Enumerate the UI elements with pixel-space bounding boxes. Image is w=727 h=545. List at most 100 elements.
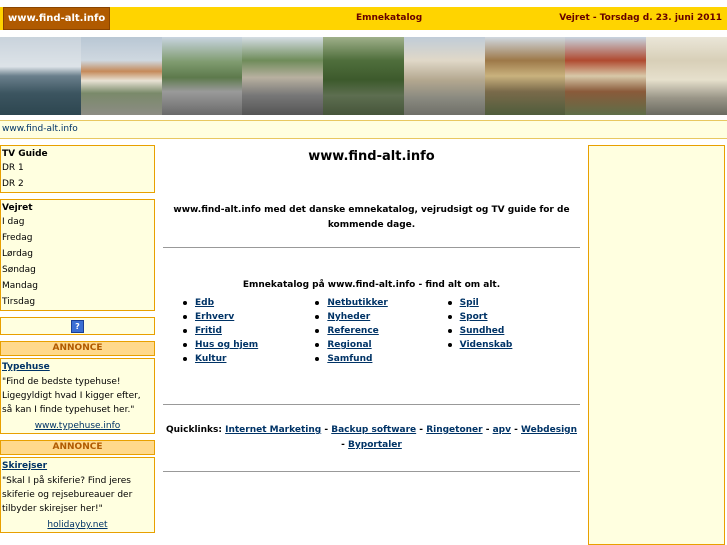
weather-item-friday[interactable]: Fredag [1, 230, 154, 246]
weather-item-monday[interactable]: Mandag [1, 278, 154, 294]
banner-photo-street [161, 37, 243, 115]
category-link-fritid[interactable]: Fritid [195, 326, 222, 336]
category-column: Spil Sport Sundhed Videnskab [447, 296, 580, 366]
quicklink-apv[interactable]: apv [493, 425, 511, 435]
header-strip: www.find-alt.info Emnekatalog Vejret - T… [0, 7, 727, 30]
weather-item-today[interactable]: I dag [1, 214, 154, 230]
list-item: Fritid [183, 324, 315, 338]
category-link-spil[interactable]: Spil [460, 298, 479, 308]
ad-link[interactable]: holidayby.net [2, 520, 153, 530]
banner-photo-cottages [484, 37, 566, 115]
list-item: Samfund [315, 352, 447, 366]
category-link-videnskab[interactable]: Videnskab [460, 340, 513, 350]
tvguide-title[interactable]: TV Guide [1, 146, 154, 160]
bullet-icon [447, 300, 452, 305]
category-link-sundhed[interactable]: Sundhed [460, 326, 505, 336]
page-title: www.find-alt.info [308, 149, 435, 164]
banner-photo-timber-house [565, 37, 647, 115]
help-icon[interactable]: ? [71, 320, 84, 333]
list-item: Hus og hjem [183, 338, 315, 352]
category-link-hus-og-hjem[interactable]: Hus og hjem [195, 340, 258, 350]
list-item: Spil [447, 296, 580, 310]
bullet-icon [183, 314, 187, 319]
quicklink-ringetoner[interactable]: Ringetoner [426, 425, 482, 435]
list-item: Reference [315, 324, 447, 338]
weather-item-saturday[interactable]: Lørdag [1, 246, 154, 262]
divider [163, 247, 580, 248]
quicklink-internet-marketing[interactable]: Internet Marketing [225, 425, 321, 435]
top-bar: www.find-alt.info Emnekatalog Vejret - T… [0, 0, 727, 33]
banner-photo-pond [323, 37, 404, 115]
divider [163, 471, 580, 472]
category-link-reference[interactable]: Reference [327, 326, 378, 336]
weather-title[interactable]: Vejret [1, 200, 154, 214]
ad-box-skirejser: Skirejser "Skal I på skiferie? Find jere… [0, 457, 155, 533]
weather-item-tuesday[interactable]: Tirsdag [1, 294, 154, 310]
ad-text: "Skal I på skiferie? Find jeres skiferie… [2, 476, 133, 514]
banner-photo-harbour [0, 37, 81, 115]
category-link-samfund[interactable]: Samfund [327, 354, 372, 364]
ad-title[interactable]: Skirejser [2, 460, 153, 472]
list-item: Sundhed [447, 324, 580, 338]
quicklink-webdesign[interactable]: Webdesign [521, 425, 577, 435]
ad-text: "Find de bedste typehuse! Ligegyldigt hv… [2, 377, 141, 415]
category-column: Edb Erhverv Fritid Hus og hjem Kultur [183, 296, 315, 366]
category-link-kultur[interactable]: Kultur [195, 354, 226, 364]
weather-box: Vejret I dag Fredag Lørdag Søndag Mandag… [0, 199, 155, 311]
banner-photo-road [242, 37, 324, 115]
list-item: Kultur [183, 352, 315, 366]
list-item: Sport [447, 310, 580, 324]
catalog-heading: Emnekatalog på www.find-alt.info - find … [242, 280, 501, 290]
banner-photo-lane [403, 37, 485, 115]
banner-photo-sidewalk [646, 37, 727, 115]
ad-title[interactable]: Typehuse [2, 361, 153, 373]
intro-text: www.find-alt.info med det danske emnekat… [173, 205, 570, 230]
ad-link[interactable]: www.typehuse.info [2, 421, 153, 431]
weather-date-link[interactable]: Vejret - Torsdag d. 23. juni 2011 [559, 7, 722, 30]
weather-item-sunday[interactable]: Søndag [1, 262, 154, 278]
category-link-regional[interactable]: Regional [327, 340, 371, 350]
bullet-icon [315, 300, 320, 305]
bullet-icon [315, 342, 320, 347]
list-item: Edb [183, 296, 315, 310]
banner-photo-house [80, 37, 162, 115]
ad-box-typehuse: Typehuse "Find de bedste typehuse! Ligeg… [0, 358, 155, 434]
tvguide-item-dr2[interactable]: DR 2 [1, 176, 154, 192]
bullet-icon [183, 300, 187, 305]
category-link-netbutikker[interactable]: Netbutikker [327, 298, 387, 308]
list-item: Regional [315, 338, 447, 352]
ad-header: ANNONCE [0, 341, 155, 356]
bullet-icon [447, 314, 452, 319]
help-box: ? [0, 317, 155, 335]
ad-header: ANNONCE [0, 440, 155, 455]
quicklink-byportaler[interactable]: Byportaler [348, 440, 402, 450]
bullet-icon [315, 328, 320, 333]
list-item: Erhverv [183, 310, 315, 324]
catalog-link[interactable]: Emnekatalog [356, 7, 422, 30]
category-link-sport[interactable]: Sport [460, 312, 488, 322]
tvguide-item-dr1[interactable]: DR 1 [1, 160, 154, 176]
category-link-edb[interactable]: Edb [195, 298, 214, 308]
breadcrumb-home[interactable]: www.find-alt.info [2, 124, 78, 134]
quicklinks: Quicklinks: Internet Marketing - Backup … [165, 425, 578, 450]
photo-banner [0, 37, 727, 115]
category-link-nyheder[interactable]: Nyheder [327, 312, 370, 322]
bullet-icon [183, 328, 187, 333]
quicklink-backup-software[interactable]: Backup software [331, 425, 416, 435]
list-item: Nyheder [315, 310, 447, 324]
quicklinks-label: Quicklinks: [165, 425, 222, 435]
bullet-icon [183, 342, 187, 347]
breadcrumb: www.find-alt.info [0, 120, 727, 139]
list-item: Videnskab [447, 338, 580, 352]
site-logo[interactable]: www.find-alt.info [3, 7, 111, 30]
left-sidebar: TV Guide DR 1 DR 2 Vejret I dag Fredag L… [0, 145, 155, 539]
category-link-erhverv[interactable]: Erhverv [195, 312, 234, 322]
list-item: Netbutikker [315, 296, 447, 310]
category-list: Edb Erhverv Fritid Hus og hjem Kultur Ne… [163, 296, 580, 366]
category-column: Netbutikker Nyheder Reference Regional S… [315, 296, 447, 366]
bullet-icon [183, 356, 187, 361]
bullet-icon [315, 314, 320, 319]
main-content: www.find-alt.info www.find-alt.info med … [163, 145, 580, 472]
bullet-icon [315, 356, 320, 361]
right-sidebar [588, 145, 725, 545]
